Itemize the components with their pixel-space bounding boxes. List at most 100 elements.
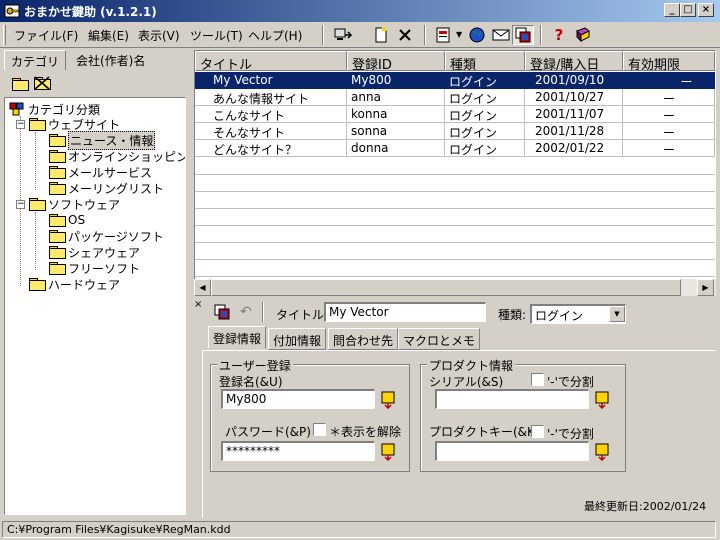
- login-icon[interactable]: [332, 25, 354, 45]
- cell-type: ログイン: [445, 72, 525, 89]
- column-header-expiry[interactable]: 有効期限: [623, 51, 715, 73]
- book-icon[interactable]: [572, 25, 594, 45]
- column-header-id[interactable]: 登録ID: [347, 51, 445, 73]
- delete-folder-icon[interactable]: [34, 76, 53, 92]
- table-row[interactable]: あんな情報サイト anna ログイン 2001/10/27 ー: [195, 89, 715, 106]
- cell-expiry: ー: [623, 140, 715, 157]
- key-split-checkbox[interactable]: [531, 425, 544, 438]
- maximize-button[interactable]: □: [680, 3, 696, 17]
- cell-expiry: ー: [623, 89, 715, 106]
- folder-icon: [49, 150, 66, 163]
- folder-icon: [29, 278, 46, 291]
- menu-view[interactable]: 表示(V): [138, 27, 180, 44]
- column-header-date[interactable]: 登録/購入日: [525, 51, 623, 73]
- close-button[interactable]: ×: [698, 3, 714, 17]
- serial-field[interactable]: [435, 389, 589, 409]
- tree-item-label: メーリングリスト: [68, 181, 165, 196]
- folder-icon[interactable]: [12, 78, 31, 93]
- folder-icon: [49, 182, 66, 195]
- expander-web[interactable]: −: [16, 120, 25, 129]
- macro-icon[interactable]: [214, 304, 230, 323]
- export-icon[interactable]: [432, 25, 454, 45]
- group-title: ユーザー登録: [217, 357, 293, 374]
- undo-icon[interactable]: ↶: [240, 304, 252, 320]
- mail-icon[interactable]: [490, 25, 512, 45]
- menu-tools[interactable]: ツール(T): [190, 27, 243, 44]
- password-field[interactable]: *********: [221, 441, 375, 461]
- menu-help[interactable]: ヘルプ(H): [248, 27, 302, 44]
- chevron-down-icon[interactable]: ▼: [609, 306, 625, 322]
- table-row[interactable]: どんなサイト？ donna ログイン 2002/01/22 ー: [195, 140, 715, 157]
- left-tab-strip: カテゴリ 会社(作者)名: [4, 50, 190, 70]
- close-panel-icon[interactable]: ×: [194, 300, 204, 310]
- cell-id: sonna: [347, 123, 445, 140]
- chevron-down-icon[interactable]: ▼: [456, 30, 462, 39]
- globe-icon[interactable]: [466, 25, 488, 45]
- minimize-button[interactable]: _: [664, 3, 680, 17]
- help-icon[interactable]: ?: [548, 25, 570, 45]
- tree-line: [35, 212, 36, 270]
- cell-id: My800: [347, 72, 445, 89]
- product-key-field[interactable]: [435, 441, 589, 461]
- tree-item-hardware[interactable]: ハードウェア: [29, 276, 120, 292]
- type-select[interactable]: ログイン ▼: [530, 304, 626, 324]
- tree-item-os[interactable]: OS: [49, 212, 85, 228]
- grid-line: [195, 225, 715, 226]
- menu-edit[interactable]: 編集(E): [88, 27, 129, 44]
- tab-macro-memo[interactable]: マクロとメモ: [398, 328, 481, 350]
- cell-type: ログイン: [445, 140, 525, 157]
- table-row[interactable]: そんなサイト sonna ログイン 2001/11/28 ー: [195, 123, 715, 140]
- scroll-right-button[interactable]: ▶: [697, 279, 714, 296]
- tab-category[interactable]: カテゴリ: [4, 50, 67, 70]
- expander-software[interactable]: −: [16, 200, 25, 209]
- copy-key-icon[interactable]: [595, 443, 609, 462]
- category-tree[interactable]: カテゴリ分類 − ウェブサイト ニュース・情報 オンラインショッピング メールサ…: [4, 97, 186, 515]
- copy-key-icon[interactable]: [381, 391, 395, 410]
- copy-key-icon[interactable]: [595, 391, 609, 410]
- username-field[interactable]: My800: [221, 389, 375, 409]
- cell-id: anna: [347, 89, 445, 106]
- grid-line: [195, 208, 715, 209]
- folder-icon: [49, 166, 66, 179]
- user-registration-group: ユーザー登録 登録名(&U) My800 パスワード(&P) ＊表示を解除 **…: [210, 357, 410, 472]
- tab-contact[interactable]: 問合わせ先: [328, 328, 399, 350]
- tree-item-label: ソフトウェア: [48, 197, 121, 212]
- title-label: タイトル:: [276, 308, 329, 322]
- entry-grid[interactable]: タイトル 登録ID 種類 登録/購入日 有効期限 My Vector My800…: [194, 50, 716, 296]
- copy-key-icon[interactable]: [381, 443, 395, 462]
- panel-separator: [262, 302, 264, 322]
- tab-registration[interactable]: 登録情報: [208, 326, 267, 348]
- delete-icon[interactable]: [394, 25, 416, 45]
- scroll-thumb[interactable]: [211, 279, 681, 296]
- macro-icon[interactable]: [512, 25, 534, 45]
- tree-item-shareware[interactable]: シェアウェア: [49, 244, 140, 260]
- tree-item-mailinglist[interactable]: メーリングリスト: [49, 180, 164, 196]
- new-document-icon[interactable]: [370, 25, 392, 45]
- serial-split-checkbox[interactable]: [531, 373, 544, 386]
- folder-icon: [49, 230, 66, 243]
- title-input[interactable]: My Vector: [324, 302, 486, 322]
- column-header-title[interactable]: タイトル: [195, 51, 347, 73]
- menu-file[interactable]: ファイル(F): [14, 27, 78, 44]
- table-row[interactable]: My Vector My800 ログイン 2001/09/10 ー: [195, 72, 715, 89]
- column-header-type[interactable]: 種類: [445, 51, 525, 73]
- tree-item-freesoft[interactable]: フリーソフト: [49, 260, 140, 276]
- detail-panel: × ↶ タイトル: My Vector 種類: ログイン ▼ 登録情報 付加情報…: [194, 298, 716, 518]
- folder-icon: [49, 262, 66, 275]
- tree-item-mail[interactable]: メールサービス: [49, 164, 152, 180]
- tree-item-software[interactable]: ソフトウェア: [29, 196, 120, 212]
- horizontal-scrollbar[interactable]: ◀ ▶: [194, 279, 716, 296]
- cell-date: 2002/01/22: [525, 140, 623, 157]
- tab-additional[interactable]: 付加情報: [268, 328, 327, 350]
- menu-toolbar-bar: ファイル(F) 編集(E) 表示(V) ツール(T) ヘルプ(H) ▼ ?: [0, 22, 720, 48]
- show-password-checkbox[interactable]: [313, 423, 326, 436]
- table-row[interactable]: こんなサイト konna ログイン 2001/11/07 ー: [195, 106, 715, 123]
- tree-item-package[interactable]: パッケージソフト: [49, 228, 164, 244]
- tree-item-news[interactable]: ニュース・情報: [49, 130, 156, 150]
- tree-item-label: シェアウェア: [68, 245, 141, 260]
- tab-company[interactable]: 会社(作者)名: [70, 50, 151, 70]
- folder-icon: [49, 214, 66, 227]
- tree-item-shopping[interactable]: オンラインショッピング: [49, 148, 185, 164]
- app-key-icon: [4, 4, 20, 18]
- scroll-left-button[interactable]: ◀: [194, 279, 211, 296]
